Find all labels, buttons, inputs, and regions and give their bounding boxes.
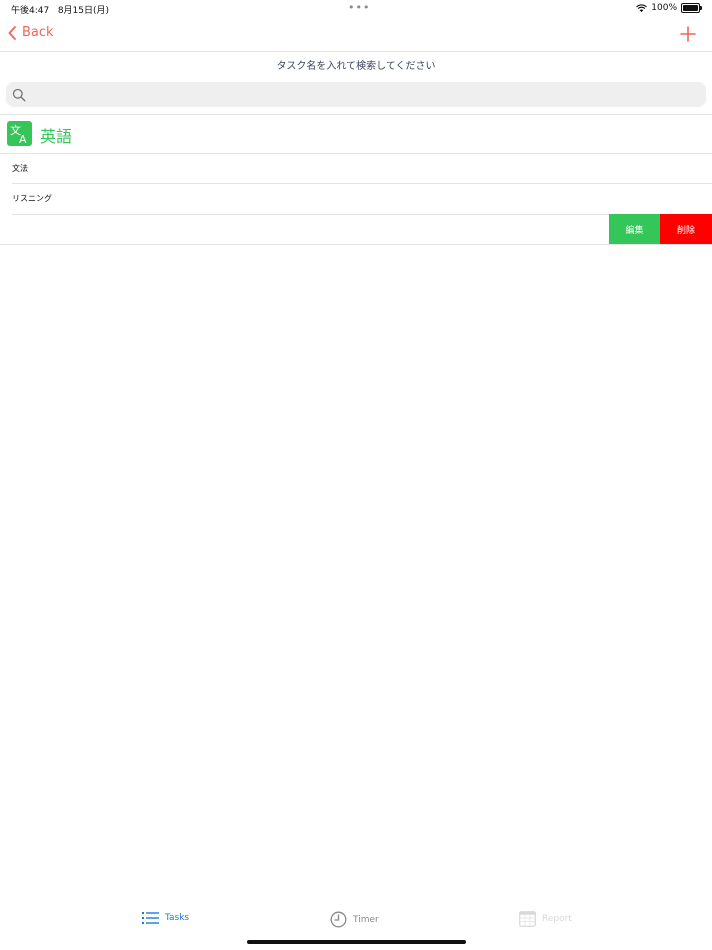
task-row-grammar[interactable]: 文法 bbox=[12, 163, 28, 174]
plus-icon[interactable] bbox=[678, 24, 698, 44]
divider bbox=[12, 183, 712, 184]
search-input[interactable] bbox=[6, 82, 706, 107]
chevron-left-icon bbox=[8, 25, 16, 40]
tab-report[interactable]: Report bbox=[519, 911, 572, 927]
delete-button[interactable]: 削除 bbox=[660, 214, 712, 244]
status-indicators: 100% bbox=[636, 3, 702, 13]
tab-tasks-label: Tasks bbox=[165, 913, 190, 923]
wifi-icon bbox=[636, 3, 648, 12]
category-title: 英語 bbox=[40, 127, 73, 146]
translate-icon: 文 A bbox=[7, 121, 32, 146]
status-bar: 午後4:47 8月15日(月) ••• 100% bbox=[0, 0, 712, 18]
search-icon bbox=[12, 88, 26, 102]
divider bbox=[0, 153, 712, 154]
clock-icon bbox=[330, 911, 347, 928]
svg-text:A: A bbox=[19, 133, 27, 146]
home-indicator bbox=[247, 940, 466, 944]
status-time: 午後4:47 8月15日(月) bbox=[11, 3, 109, 16]
calendar-icon bbox=[519, 911, 536, 927]
tab-timer-label: Timer bbox=[353, 914, 379, 925]
back-label: Back bbox=[22, 25, 54, 40]
task-row-listening[interactable]: リスニング bbox=[12, 193, 52, 204]
divider bbox=[0, 244, 712, 245]
edit-button[interactable]: 編集 bbox=[609, 214, 660, 244]
list-icon bbox=[142, 912, 159, 924]
status-date: 8月15日(月) bbox=[57, 6, 110, 16]
navigation-bar: Back bbox=[0, 20, 712, 52]
battery-icon bbox=[681, 3, 702, 13]
multitasking-dots[interactable]: ••• bbox=[348, 1, 370, 14]
tab-tasks[interactable]: Tasks bbox=[142, 911, 189, 925]
search-hint-label: タスク名を入れて検索してください bbox=[276, 61, 436, 72]
divider bbox=[0, 114, 712, 115]
status-clock: 午後4:47 bbox=[11, 6, 50, 16]
battery-percent: 100% bbox=[651, 3, 677, 13]
divider bbox=[12, 214, 712, 215]
tab-report-label: Report bbox=[542, 914, 572, 924]
back-button[interactable]: Back bbox=[8, 25, 54, 40]
tab-timer[interactable]: Timer bbox=[330, 911, 379, 928]
